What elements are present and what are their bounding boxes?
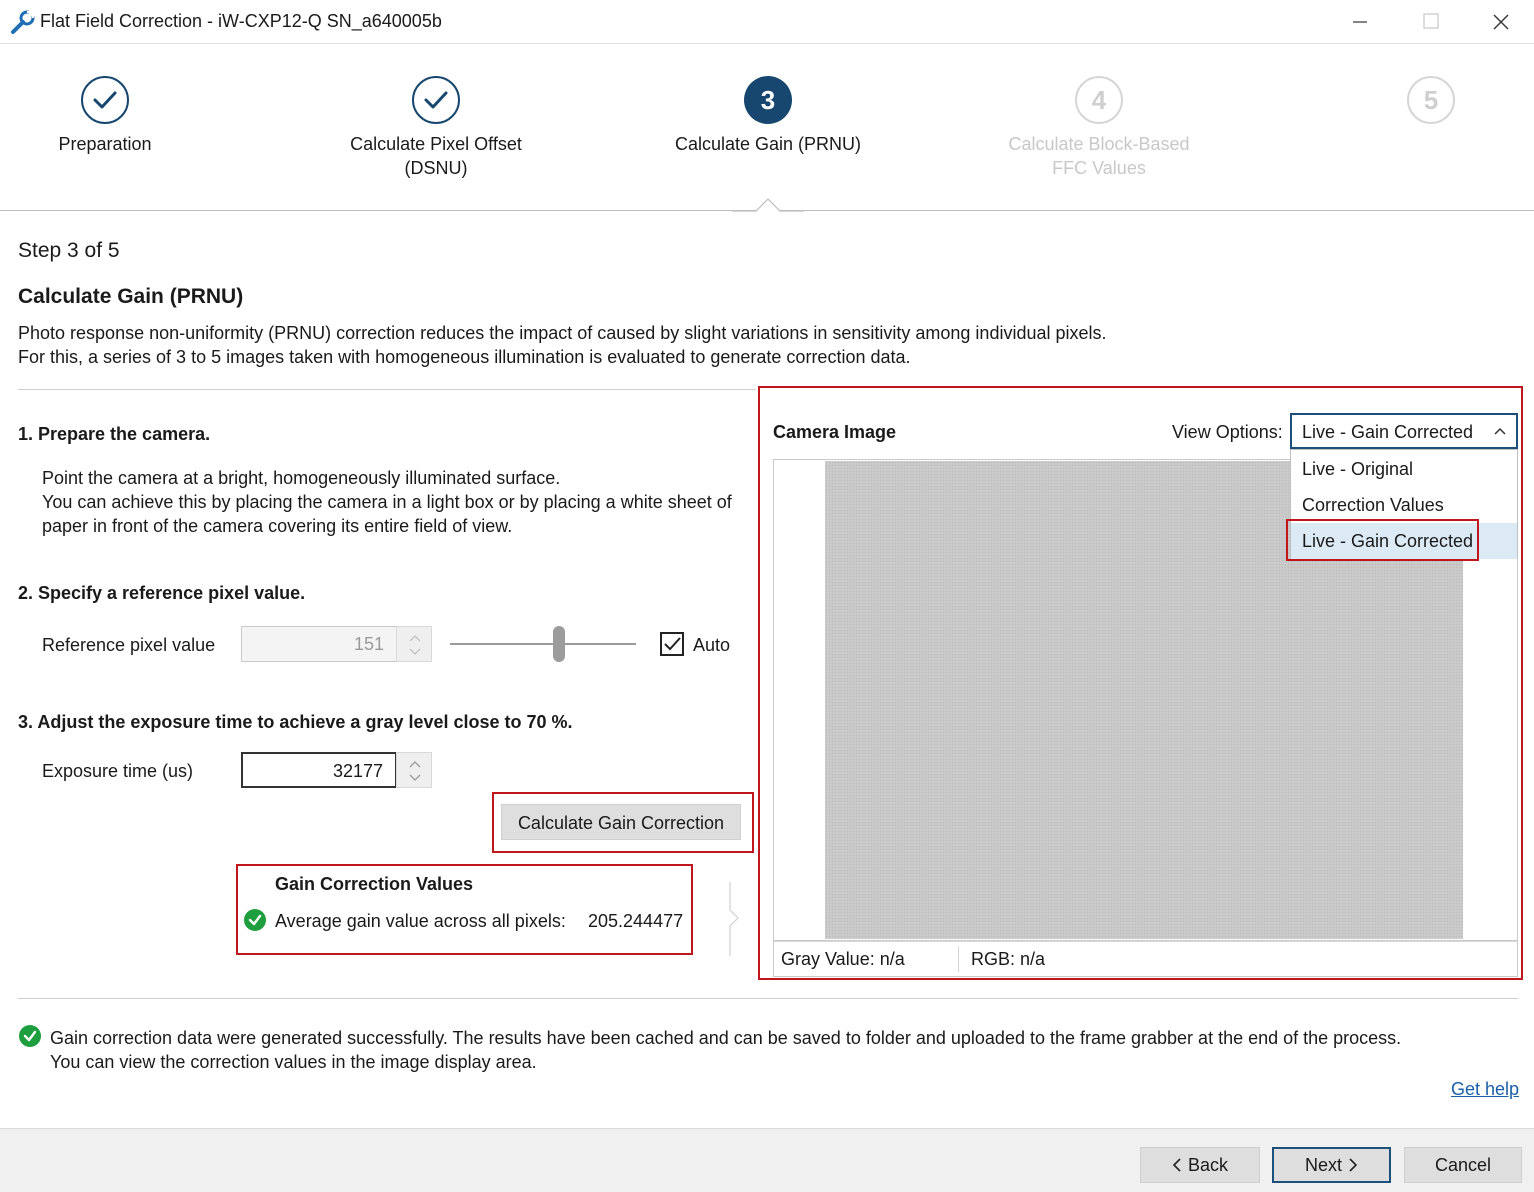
step-2-label: Calculate Pixel Offset (DSNU) (350, 134, 522, 178)
chevron-left-icon (1172, 1149, 1182, 1183)
step-3-label: Calculate Gain (PRNU) (674, 134, 862, 154)
content-divider (18, 389, 756, 390)
reference-pixel-value: 151 (353, 634, 384, 654)
rgb-readout: RGB: n/a (971, 949, 1046, 969)
section-1-heading: 1. Prepare the camera. (18, 424, 211, 444)
auto-checkbox[interactable] (660, 632, 684, 656)
view-options-dropdown[interactable]: Live - Gain Corrected (1290, 413, 1518, 449)
bottom-divider (18, 998, 1518, 999)
section-2-heading: 2. Specify a reference pixel value. (18, 583, 306, 603)
reference-pixel-input: 151 (241, 626, 397, 662)
page-title: Calculate Gain (PRNU) (18, 285, 244, 308)
step-1-check-icon (81, 76, 129, 124)
minimize-button[interactable] (1325, 0, 1395, 44)
image-status-bar: Gray Value: n/a RGB: n/a (773, 941, 1518, 977)
step-counter: Step 3 of 5 (18, 239, 120, 262)
view-option-correction-values[interactable]: Correction Values (1291, 487, 1517, 523)
slider-track (450, 643, 636, 645)
maximize-button[interactable] (1396, 0, 1466, 44)
gain-values-heading: Gain Correction Values (275, 874, 474, 894)
check-icon (664, 637, 681, 651)
status-line: You can view the correction values in th… (50, 1052, 537, 1072)
exposure-time-input[interactable]: 32177 (241, 752, 397, 788)
success-icon (243, 908, 267, 932)
next-button[interactable]: Next (1272, 1147, 1391, 1183)
reference-pixel-stepper (396, 626, 432, 662)
next-label: Next (1304, 1155, 1342, 1175)
back-button[interactable]: Back (1140, 1147, 1260, 1183)
reference-pixel-label: Reference pixel value (42, 635, 216, 655)
highlight-selected-option (1286, 519, 1479, 561)
cancel-button[interactable]: Cancel (1404, 1147, 1522, 1183)
status-message: Gain correction data were generated succ… (50, 1026, 1401, 1074)
step-2-check-icon (412, 76, 460, 124)
description-line: Photo response non-uniformity (PRNU) cor… (18, 323, 1107, 343)
paragraph-line: paper in front of the camera covering it… (42, 516, 513, 536)
camera-image-title: Camera Image (773, 422, 897, 442)
gray-value-readout: Gray Value: n/a (781, 949, 905, 969)
average-gain-label: Average gain value across all pixels: (275, 911, 566, 931)
calculate-gain-correction-button[interactable]: Calculate Gain Correction (501, 804, 741, 840)
status-divider (958, 946, 959, 972)
paragraph-line: Point the camera at a bright, homogeneou… (42, 468, 561, 488)
exposure-time-stepper[interactable] (396, 752, 432, 788)
step-4-indicator: 4 (1075, 76, 1123, 124)
window-title: Flat Field Correction - iW-CXP12-Q SN_a6… (40, 11, 442, 31)
section-1-text: Point the camera at a bright, homogeneou… (42, 466, 732, 538)
back-label: Back (1187, 1155, 1229, 1175)
view-options-selected: Live - Gain Corrected (1302, 422, 1474, 442)
auto-label: Auto (693, 635, 731, 655)
title-bar: Flat Field Correction - iW-CXP12-Q SN_a6… (0, 0, 1534, 44)
active-step-pointer (732, 196, 804, 212)
view-option-live-original[interactable]: Live - Original (1291, 451, 1517, 487)
exposure-time-value: 32177 (332, 761, 383, 781)
step-4-label: Calculate Block-Based FFC Values (1008, 134, 1190, 178)
section-3-heading: 3. Adjust the exposure time to achieve a… (18, 712, 573, 732)
paragraph-line: You can achieve this by placing the came… (42, 492, 732, 512)
reference-pixel-slider[interactable] (450, 626, 636, 662)
chevron-right-icon (1348, 1150, 1358, 1182)
status-success-icon (18, 1024, 42, 1048)
chevron-up-icon (1492, 423, 1508, 439)
get-help-link[interactable]: Get help (1451, 1079, 1519, 1100)
panel-collapse-chevron-icon[interactable] (726, 880, 742, 960)
close-button[interactable] (1466, 0, 1534, 44)
step-1-label: Preparation (58, 134, 152, 154)
view-options-label: View Options: (1172, 422, 1283, 442)
step-3-indicator: 3 (744, 76, 792, 124)
page-description: Photo response non-uniformity (PRNU) cor… (18, 321, 1107, 369)
status-line: Gain correction data were generated succ… (50, 1028, 1402, 1048)
step-5-indicator: 5 (1407, 76, 1455, 124)
description-line: For this, a series of 3 to 5 images take… (18, 347, 911, 367)
average-gain-value: 205.244477 (588, 911, 684, 931)
exposure-time-label: Exposure time (us) (42, 761, 194, 781)
slider-thumb[interactable] (553, 626, 565, 662)
wrench-icon (10, 9, 36, 35)
